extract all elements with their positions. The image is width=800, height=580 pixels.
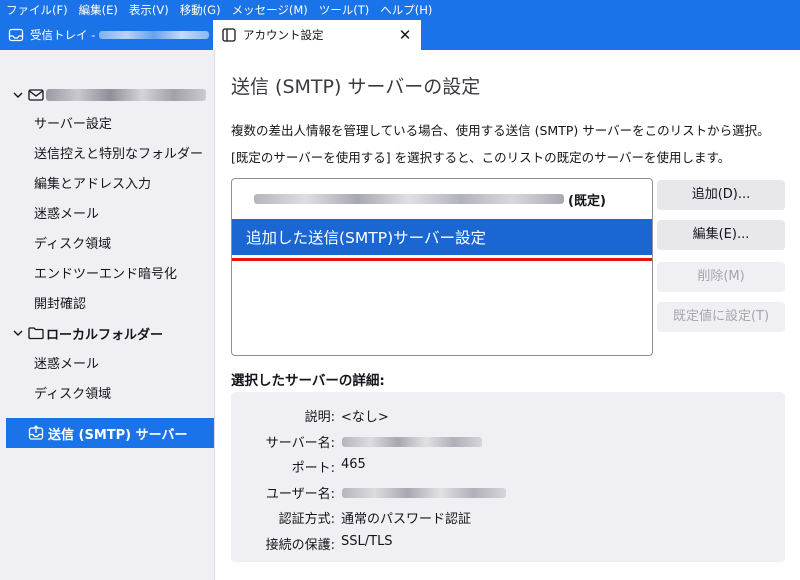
account-sidebar: サーバー設定 送信控えと特別なフォルダー 編集とアドレス入力 迷惑メール ディス… (0, 50, 215, 580)
sidebar-item-composition[interactable]: 編集とアドレス入力 (34, 174, 151, 196)
sidebar-item-local-disk-space[interactable]: ディスク領域 (34, 384, 111, 406)
set-default-button[interactable]: 既定値に設定(T) (657, 302, 785, 332)
connection-security-value: SSL/TLS (341, 534, 393, 549)
menu-bar: ファイル(F) 編集(E) 表示(V) 移動(G) メッセージ(M) ツール(T… (0, 0, 800, 20)
port-label: ポート: (291, 461, 335, 476)
description-line-2: [既定のサーバーを使用する] を選択すると、このリストの既定のサーバーを使用しま… (231, 150, 731, 165)
default-marker: (既定) (568, 193, 606, 209)
detail-row-username: ユーザー名: (231, 483, 785, 503)
menu-go[interactable]: 移動(G) (174, 2, 226, 18)
server-details-box: 説明: <なし> サーバー名: ポート: 465 ユーザー名: 認証方式: 通常… (231, 392, 785, 562)
redacted-username-value (342, 488, 506, 498)
sidebar-item-e2e-encryption[interactable]: エンドツーエンド暗号化 (34, 264, 177, 286)
tab-inbox-label: 受信トレイ - (30, 28, 96, 42)
description-value: <なし> (341, 410, 389, 425)
auth-method-label: 認証方式: (278, 512, 335, 527)
local-folders-label: ローカルフォルダー (46, 327, 164, 343)
add-button[interactable]: 追加(D)... (657, 180, 785, 210)
close-icon[interactable]: ✕ (393, 26, 417, 44)
sidebar-account[interactable] (12, 84, 206, 106)
menu-tools[interactable]: ツール(T) (313, 2, 375, 18)
inbox-icon (8, 28, 24, 42)
sidebar-local-folders[interactable]: ローカルフォルダー (12, 322, 163, 344)
outbox-icon (28, 425, 44, 440)
list-item-default-server[interactable]: (既定) (232, 185, 652, 213)
menu-message[interactable]: メッセージ(M) (226, 2, 313, 18)
description-line-1: 複数の差出人情報を管理している場合、使用する送信 (SMTP) サーバーをこのリ… (231, 123, 770, 138)
details-heading: 選択したサーバーの詳細: (231, 373, 385, 389)
detail-row-security: 接続の保護: SSL/TLS (231, 534, 785, 554)
sidebar-item-smtp-server[interactable]: 送信 (SMTP) サーバー (6, 418, 214, 448)
sidebar-item-copies-folders[interactable]: 送信控えと特別なフォルダー (34, 144, 203, 166)
tab-bar: 受信トレイ - アカウント設定 ✕ (0, 20, 800, 50)
port-value: 465 (341, 457, 366, 472)
detail-row-auth: 認証方式: 通常のパスワード認証 (231, 508, 785, 528)
auth-method-value: 通常のパスワード認証 (341, 512, 472, 527)
settings-page-icon (222, 28, 236, 42)
sidebar-item-junk[interactable]: 迷惑メール (34, 204, 99, 226)
chevron-down-icon[interactable] (12, 89, 24, 101)
sidebar-item-local-junk[interactable]: 迷惑メール (34, 354, 99, 376)
connection-security-label: 接続の保護: (265, 538, 335, 553)
menu-file[interactable]: ファイル(F) (0, 2, 73, 18)
mail-envelope-icon (28, 89, 44, 101)
smtp-settings-pane: 送信 (SMTP) サーバーの設定 複数の差出人情報を管理している場合、使用する… (215, 50, 800, 580)
edit-button[interactable]: 編集(E)... (657, 220, 785, 250)
redacted-account-address (46, 89, 206, 101)
page-title: 送信 (SMTP) サーバーの設定 (231, 76, 481, 98)
detail-row-server: サーバー名: (231, 432, 785, 452)
detail-row-port: ポート: 465 (231, 457, 785, 477)
tab-inbox[interactable]: 受信トレイ - (0, 20, 210, 50)
menu-edit[interactable]: 編集(E) (73, 2, 123, 18)
redacted-account-name (99, 31, 210, 39)
chevron-down-icon[interactable] (12, 327, 24, 339)
smtp-server-list[interactable]: (既定) 追加した送信(SMTP)サーバー設定 (231, 178, 653, 356)
folder-icon (28, 327, 44, 340)
redacted-server-name (254, 194, 564, 204)
menu-view[interactable]: 表示(V) (123, 2, 174, 18)
highlight-underline (232, 258, 652, 261)
sidebar-item-disk-space[interactable]: ディスク領域 (34, 234, 111, 256)
sidebar-item-smtp-label: 送信 (SMTP) サーバー (48, 427, 188, 443)
sidebar-item-server-settings[interactable]: サーバー設定 (34, 114, 112, 136)
redacted-server-value (342, 437, 482, 447)
username-label: ユーザー名: (265, 487, 335, 502)
selected-server-label: 追加した送信(SMTP)サーバー設定 (246, 229, 486, 247)
tab-account-settings[interactable]: アカウント設定 ✕ (213, 20, 421, 50)
detail-row-description: 説明: <なし> (231, 406, 785, 426)
list-item-selected-server[interactable]: 追加した送信(SMTP)サーバー設定 (232, 219, 652, 255)
sidebar-item-return-receipts[interactable]: 開封確認 (34, 294, 86, 316)
menu-help[interactable]: ヘルプ(H) (374, 2, 437, 18)
description-label: 説明: (304, 410, 335, 425)
delete-button[interactable]: 削除(M) (657, 262, 785, 292)
tab-account-settings-label: アカウント設定 (243, 28, 324, 42)
server-name-label: サーバー名: (265, 436, 335, 451)
